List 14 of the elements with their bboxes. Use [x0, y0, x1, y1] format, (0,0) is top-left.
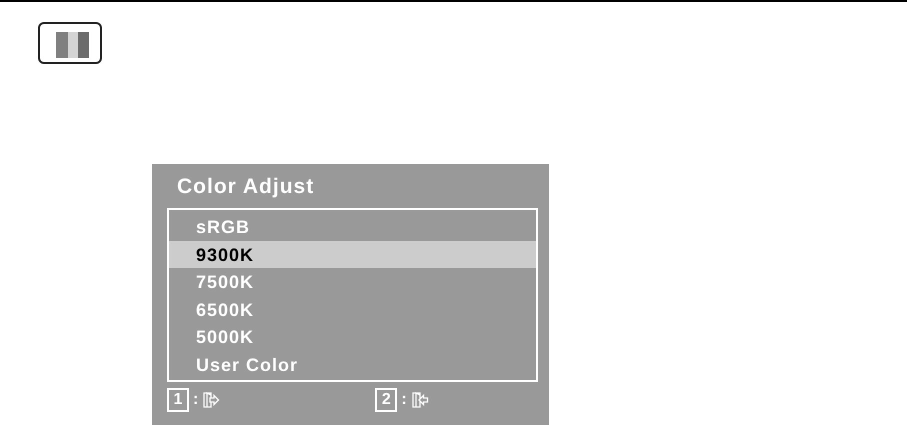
key-label: 2: [375, 388, 398, 412]
menu-option[interactable]: User Color: [169, 350, 536, 378]
menu-option[interactable]: sRGB: [169, 213, 536, 240]
menu-option[interactable]: 5000K: [169, 323, 536, 350]
color-bars-icon: [38, 22, 102, 64]
menu-option[interactable]: 7500K: [169, 268, 536, 296]
separator: :: [401, 391, 407, 409]
exit-icon: [202, 392, 220, 408]
separator: :: [193, 391, 198, 409]
enter-icon: [410, 392, 429, 408]
menu-option[interactable]: 6500K: [169, 296, 536, 323]
key-label: 1: [167, 388, 189, 412]
menu-title: Color Adjust: [176, 174, 316, 200]
menu-option[interactable]: 9300K: [169, 240, 536, 268]
